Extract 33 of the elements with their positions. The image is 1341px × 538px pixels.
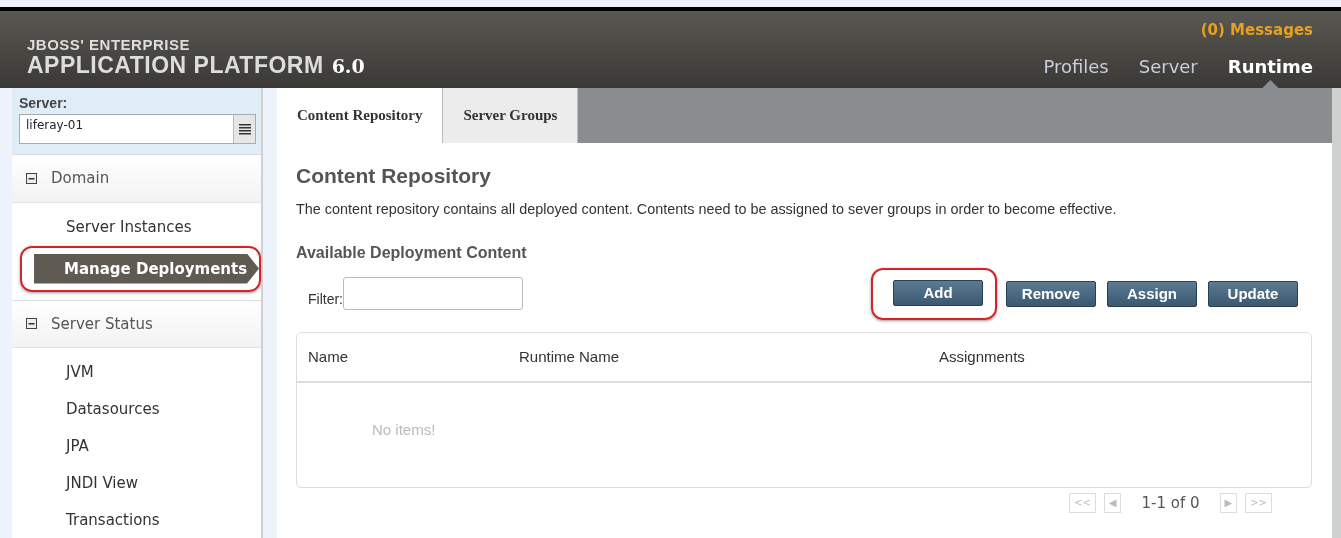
- sidebar-item[interactable]: Datasources: [12, 391, 261, 428]
- nav-link[interactable]: Runtime: [1227, 56, 1313, 77]
- column-header: Assignments: [939, 346, 1025, 367]
- tab[interactable]: Server Groups: [443, 88, 579, 143]
- action-button[interactable]: Add: [893, 280, 983, 306]
- empty-message: No items!: [371, 420, 437, 440]
- logo-text: APPLICATION PLATFORM: [27, 53, 324, 76]
- nav-link[interactable]: Profiles: [1043, 56, 1109, 77]
- column-header: Runtime Name: [519, 346, 621, 367]
- sidebar-item[interactable]: Manage Deployments: [34, 253, 259, 284]
- sidebar-item[interactable]: JVM: [12, 354, 261, 391]
- action-button[interactable]: Update: [1208, 281, 1298, 307]
- server-label: Server:: [19, 94, 69, 113]
- logo-text: JBOSS' ENTERPRISE: [27, 37, 191, 52]
- section-header[interactable]: Server Status: [51, 312, 153, 335]
- section-header[interactable]: Domain: [51, 167, 110, 190]
- page-info: 1-1 of 0: [1141, 493, 1200, 514]
- messages-link[interactable]: (0) Messages: [1200, 19, 1313, 42]
- sidebar-item[interactable]: JPA: [12, 428, 261, 465]
- sidebar-item[interactable]: Server Instances: [12, 208, 261, 246]
- column-header: Name: [307, 346, 349, 367]
- sidebar-item[interactable]: JNDI View: [12, 465, 261, 502]
- description-text: The content repository contains all deployed content. Contents need to be assigned to sever groups in order to become effective.: [296, 200, 1118, 220]
- section-title: Available Deployment Content: [296, 242, 528, 262]
- server-select[interactable]: liferay-01: [19, 114, 256, 144]
- version-text: 6.0: [331, 53, 365, 79]
- nav-link[interactable]: Server: [1138, 56, 1198, 77]
- page-title: Content Repository: [296, 163, 492, 189]
- action-button[interactable]: Assign: [1107, 281, 1197, 307]
- tab[interactable]: Content Repository: [277, 88, 444, 143]
- action-button[interactable]: Remove: [1006, 281, 1096, 307]
- filter-label: Filter:: [308, 290, 343, 310]
- sidebar-item[interactable]: Transactions: [12, 502, 261, 538]
